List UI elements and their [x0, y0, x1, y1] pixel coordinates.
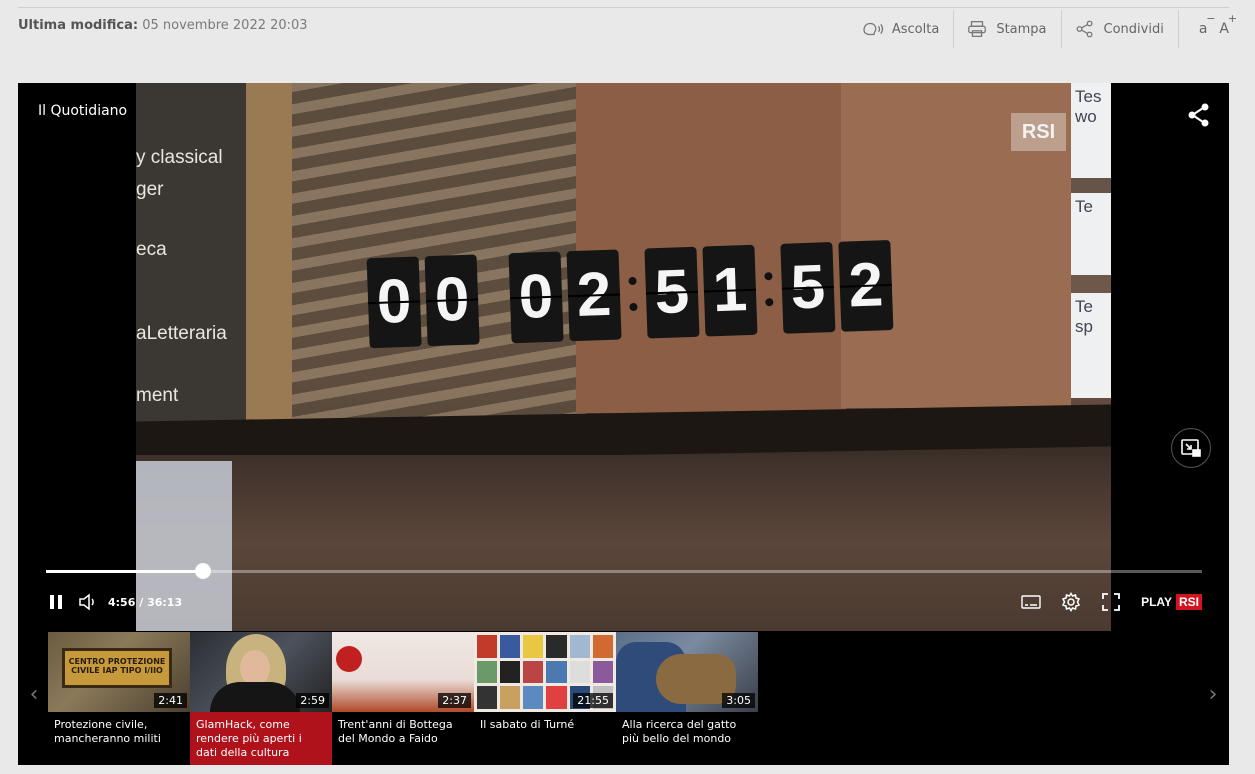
- playlist-thumbnail: 3:05: [616, 632, 758, 712]
- font-size-controls: a − A +: [1179, 10, 1237, 48]
- playlist-item-active[interactable]: 2:59 GlamHack, come rendere più aperti i…: [190, 632, 332, 765]
- playlist-item[interactable]: 2:37 Trent'anni di Bottega del Mondo a F…: [332, 632, 474, 765]
- share-article-button[interactable]: Condividi: [1062, 10, 1179, 48]
- related-playlist: ‹ CENTRO PROTEZIONE CIVILE IAP TIPO I/II…: [18, 632, 1229, 765]
- share-icon: [1076, 20, 1093, 38]
- font-decrease-sign: −: [1206, 12, 1216, 25]
- chevron-left-icon: ‹: [29, 682, 39, 707]
- video-papers: Tes wo Te Te sp: [1071, 83, 1111, 398]
- play-rsi-play: PLAY: [1141, 595, 1172, 609]
- playlist-title: GlamHack, come rendere più aperti i dati…: [196, 718, 302, 759]
- rsi-watermark: RSI: [1011, 113, 1066, 151]
- pause-icon: [50, 595, 62, 609]
- picture-in-picture-icon: [1181, 439, 1201, 457]
- video-pillar: [246, 83, 292, 433]
- picture-in-picture-button[interactable]: [1171, 428, 1211, 468]
- gear-icon: [1062, 592, 1081, 612]
- subtitles-icon: [1021, 595, 1041, 609]
- video-side-text: eca: [136, 239, 167, 260]
- video-paper: Tes wo: [1071, 83, 1111, 178]
- playlist-item[interactable]: 21:55 Il sabato di Turné: [474, 632, 616, 765]
- playlist-duration: 2:59: [296, 693, 329, 708]
- share-label: Condividi: [1103, 21, 1164, 37]
- video-paper: Te: [1071, 193, 1111, 275]
- settings-button[interactable]: [1061, 592, 1081, 612]
- clock-digit: 2: [838, 239, 894, 332]
- last-modified: Ultima modifica: 05 novembre 2022 20:03: [18, 18, 308, 33]
- playlist-thumbnail: CENTRO PROTEZIONE CIVILE IAP TIPO I/IIO …: [48, 632, 190, 712]
- play-rsi-rsi: RSI: [1175, 594, 1202, 610]
- playlist-duration: 21:55: [573, 693, 613, 708]
- listen-button[interactable]: Ascolta: [850, 10, 955, 48]
- clock-digit: 2: [566, 249, 622, 342]
- total-time: 36:13: [147, 595, 183, 609]
- article-actions: Ascolta Stampa Condividi a − A +: [850, 10, 1237, 48]
- playlist-thumbnail: 21:55: [474, 632, 616, 712]
- print-label: Stampa: [996, 21, 1047, 37]
- font-increase-sign: +: [1227, 12, 1237, 25]
- print-button[interactable]: Stampa: [954, 10, 1062, 48]
- clock-colon: [760, 244, 777, 334]
- playlist-prev-button[interactable]: ‹: [24, 682, 44, 712]
- volume-button[interactable]: [78, 592, 98, 612]
- playlist-title: Alla ricerca del gatto più bello del mon…: [622, 718, 737, 745]
- clock-digit: 0: [424, 254, 480, 347]
- pause-button[interactable]: [46, 592, 66, 612]
- playlist-title: Il sabato di Turné: [480, 718, 575, 731]
- clock-digit: 0: [366, 256, 422, 349]
- flip-clock: 0 0 0 2 5 1 5 2: [366, 239, 900, 349]
- video-side-text: y classical: [136, 147, 223, 168]
- top-divider: [18, 7, 1229, 8]
- font-increase-button[interactable]: A +: [1219, 12, 1237, 37]
- fullscreen-button[interactable]: [1101, 592, 1121, 612]
- video-frame[interactable]: y classical ger eca aLetteraria ment Tes…: [136, 83, 1111, 631]
- video-side-text: ger: [136, 179, 164, 200]
- fullscreen-icon: [1102, 593, 1120, 611]
- clock-digit: 5: [644, 246, 700, 339]
- clock-digit: 1: [702, 244, 758, 337]
- playlist-duration: 2:41: [154, 693, 187, 708]
- volume-icon: [79, 593, 94, 611]
- video-paper: Te sp: [1071, 293, 1111, 398]
- show-title: Il Quotidiano: [38, 103, 128, 119]
- video-side-text: ment: [136, 385, 179, 406]
- time-separator: /: [139, 595, 144, 609]
- printer-icon: [968, 21, 987, 37]
- subtitles-button[interactable]: [1021, 592, 1041, 612]
- play-rsi-logo[interactable]: PLAY RSI: [1141, 594, 1202, 610]
- player-controls: 4:56 / 36:13 PLAY RSI: [46, 588, 1202, 616]
- progress-fill: [46, 570, 204, 573]
- player-share-button[interactable]: [1187, 103, 1211, 127]
- progress-bar[interactable]: [46, 563, 1202, 579]
- clock-colon: [624, 249, 641, 339]
- playlist-next-button[interactable]: ›: [1203, 682, 1223, 712]
- last-modified-value: 05 novembre 2022 20:03: [142, 18, 308, 33]
- clock-digit: 5: [780, 242, 836, 334]
- clock-digit: 0: [508, 251, 564, 344]
- share-icon: [1188, 103, 1209, 127]
- video-player[interactable]: y classical ger eca aLetteraria ment Tes…: [18, 83, 1229, 765]
- listen-label: Ascolta: [891, 21, 940, 37]
- playlist-item[interactable]: CENTRO PROTEZIONE CIVILE IAP TIPO I/IIO …: [48, 632, 190, 765]
- current-time: 4:56: [108, 595, 136, 609]
- playlist-duration: 3:05: [722, 693, 755, 708]
- font-decrease-button[interactable]: a −: [1199, 12, 1216, 37]
- last-modified-label: Ultima modifica:: [18, 18, 139, 33]
- video-side-text: aLetteraria: [136, 323, 227, 344]
- thumbnail-sign: CENTRO PROTEZIONE CIVILE IAP TIPO I/IIO: [62, 648, 172, 688]
- playlist-thumbnail: 2:59: [190, 632, 332, 712]
- playlist-duration: 2:37: [438, 693, 471, 708]
- playlist-title: Trent'anni di Bottega del Mondo a Faido: [338, 718, 453, 745]
- speaker-head-icon: [863, 22, 884, 36]
- time-display: 4:56 / 36:13: [108, 596, 182, 609]
- playlist-thumbnail: 2:37: [332, 632, 474, 712]
- playlist-title: Protezione civile, mancheranno militi: [54, 718, 161, 745]
- playlist-item[interactable]: 3:05 Alla ricerca del gatto più bello de…: [616, 632, 758, 765]
- chevron-right-icon: ›: [1208, 682, 1218, 707]
